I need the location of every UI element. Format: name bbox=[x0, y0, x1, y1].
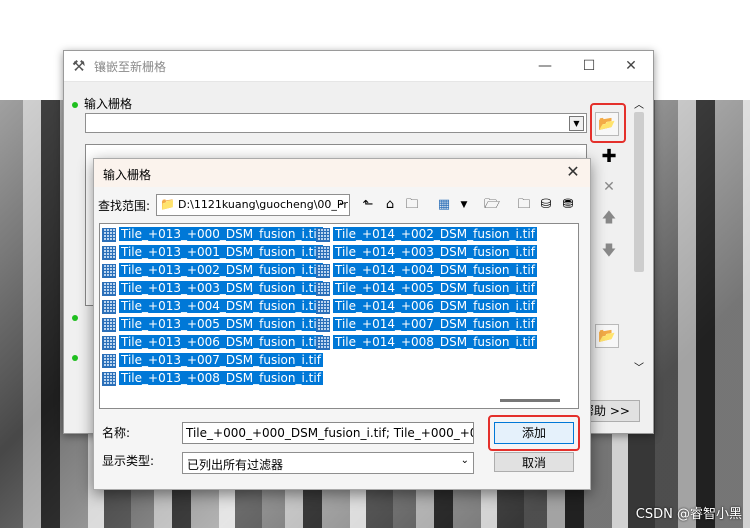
raster-file-icon bbox=[102, 281, 116, 296]
list-item[interactable]: Tile_+013_+004_DSM_fusion_i.tif bbox=[102, 298, 323, 315]
remove-icon[interactable]: ✕ bbox=[597, 176, 621, 200]
maximize-button[interactable]: ☐ bbox=[569, 54, 609, 78]
mosaic-dialog-titlebar: ⚒ 镶嵌至新栅格 — ☐ ✕ bbox=[64, 51, 653, 82]
list-item[interactable]: Tile_+013_+005_DSM_fusion_i.tif bbox=[102, 316, 323, 333]
raster-file-icon bbox=[102, 263, 116, 278]
new-folder-icon[interactable]: 🗁 bbox=[482, 194, 502, 216]
list-item[interactable]: Tile_+014_+004_DSM_fusion_i.tif bbox=[316, 262, 537, 279]
mosaic-dialog-title: 镶嵌至新栅格 bbox=[94, 60, 167, 74]
list-item[interactable]: Tile_+013_+002_DSM_fusion_i.tif bbox=[102, 262, 323, 279]
input-raster-dialog-title: 输入栅格 bbox=[103, 168, 152, 182]
input-raster-label: 输入栅格 bbox=[84, 97, 133, 111]
add-icon[interactable]: ✚ bbox=[597, 146, 621, 170]
list-item[interactable]: Tile_+014_+007_DSM_fusion_i.tif bbox=[316, 316, 537, 333]
list-item[interactable]: Tile_+014_+002_DSM_fusion_i.tif bbox=[316, 226, 537, 243]
look-in-path: D:\1121kuang\guocheng\00_Pr bbox=[178, 198, 348, 211]
hammer-icon: ⚒ bbox=[72, 57, 86, 75]
chevron-down-icon[interactable]: ▼ bbox=[569, 116, 584, 131]
folder-gray-icon[interactable]: 🗀 bbox=[514, 194, 534, 216]
look-in-combo[interactable]: 📁 D:\1121kuang\guocheng\00_Pr ⌄ bbox=[156, 194, 350, 216]
input-raster-row-label: 输入栅格 bbox=[72, 95, 132, 112]
raster-file-icon bbox=[316, 335, 330, 350]
connect-folder-icon[interactable]: 🗀 bbox=[402, 194, 422, 216]
raster-file-icon bbox=[102, 299, 116, 314]
input-raster-combo[interactable]: ▼ bbox=[85, 113, 587, 133]
move-down-icon[interactable]: 🡇 bbox=[597, 240, 621, 264]
chevron-down-icon[interactable]: ⌄ bbox=[461, 455, 469, 466]
input-raster-dialog: 输入栅格 ✕ 查找范围: 📁 D:\1121kuang\guocheng\00_… bbox=[93, 158, 591, 490]
chevron-down-icon[interactable]: ⌄ bbox=[338, 197, 346, 208]
status-dot-icon bbox=[72, 101, 78, 108]
list-item[interactable]: Tile_+013_+000_DSM_fusion_i.tif bbox=[102, 226, 323, 243]
list-item[interactable]: Tile_+013_+007_DSM_fusion_i.tif bbox=[102, 352, 323, 369]
raster-file-icon bbox=[102, 371, 116, 386]
raster-file-icon bbox=[102, 227, 116, 242]
list-item[interactable]: Tile_+013_+008_DSM_fusion_i.tif bbox=[102, 370, 323, 387]
raster-file-icon bbox=[316, 227, 330, 242]
watermark: CSDN @睿智小黑 bbox=[635, 507, 742, 522]
move-up-icon[interactable]: 🡅 bbox=[597, 207, 621, 231]
output-row-dot bbox=[72, 310, 84, 324]
home-icon[interactable]: ⌂ bbox=[380, 194, 400, 216]
database-icon[interactable]: ⛁ bbox=[536, 194, 556, 216]
scrollbar-thumb[interactable] bbox=[634, 112, 644, 272]
input-raster-dialog-titlebar: 输入栅格 ✕ bbox=[94, 159, 590, 187]
name-input[interactable]: Tile_+000_+000_DSM_fusion_i.tif; Tile_+0… bbox=[182, 422, 474, 444]
file-list[interactable]: Tile_+013_+000_DSM_fusion_i.tif Tile_+01… bbox=[99, 223, 579, 409]
highlight-box bbox=[488, 415, 580, 451]
up-folder-icon[interactable]: ⬑ bbox=[358, 194, 378, 216]
type-label: 显示类型: bbox=[102, 454, 155, 468]
third-row-dot bbox=[72, 350, 84, 364]
type-combo[interactable]: 已列出所有过滤器 ⌄ bbox=[182, 452, 474, 474]
list-item[interactable]: Tile_+014_+006_DSM_fusion_i.tif bbox=[316, 298, 537, 315]
name-label: 名称: bbox=[102, 426, 131, 440]
list-item[interactable]: Tile_+014_+003_DSM_fusion_i.tif bbox=[316, 244, 537, 261]
list-item[interactable]: Tile_+014_+005_DSM_fusion_i.tif bbox=[316, 280, 537, 297]
type-value: 已列出所有过滤器 bbox=[187, 458, 284, 472]
list-item[interactable]: Tile_+013_+003_DSM_fusion_i.tif bbox=[102, 280, 323, 297]
cancel-button[interactable]: 取消 bbox=[494, 452, 574, 472]
raster-file-icon bbox=[316, 245, 330, 260]
raster-file-icon bbox=[102, 353, 116, 368]
view-grid-icon[interactable]: ▦ bbox=[434, 194, 454, 216]
folder-icon: 📁 bbox=[160, 197, 175, 211]
scroll-up-icon[interactable]: ︿ bbox=[634, 96, 644, 111]
raster-file-icon bbox=[316, 317, 330, 332]
list-item[interactable]: Tile_+013_+006_DSM_fusion_i.tif bbox=[102, 334, 323, 351]
minimize-button[interactable]: — bbox=[525, 54, 565, 78]
close-button[interactable]: ✕ bbox=[611, 54, 651, 78]
raster-file-icon bbox=[102, 317, 116, 332]
vertical-scrollbar[interactable]: ︿ ﹀ bbox=[631, 96, 647, 374]
raster-file-icon bbox=[316, 281, 330, 296]
list-item[interactable]: Tile_+013_+001_DSM_fusion_i.tif bbox=[102, 244, 323, 261]
open-folder-icon: 📂 bbox=[598, 328, 616, 344]
horizontal-scrollbar[interactable] bbox=[99, 395, 577, 408]
status-dot-icon bbox=[72, 354, 78, 361]
raster-file-icon bbox=[316, 299, 330, 314]
highlight-box bbox=[590, 103, 626, 143]
look-in-label: 查找范围: bbox=[98, 199, 151, 213]
list-item[interactable]: Tile_+014_+008_DSM_fusion_i.tif bbox=[316, 334, 537, 351]
raster-file-icon bbox=[316, 263, 330, 278]
output-folder-button[interactable]: 📂 bbox=[595, 324, 619, 348]
chevron-down-icon[interactable]: ▼ bbox=[454, 194, 474, 216]
scrollbar-thumb[interactable] bbox=[500, 399, 560, 402]
raster-file-icon bbox=[102, 335, 116, 350]
close-icon[interactable]: ✕ bbox=[564, 163, 582, 181]
status-dot-icon bbox=[72, 314, 78, 321]
server-icon[interactable]: ⛃ bbox=[558, 194, 578, 216]
scroll-down-icon[interactable]: ﹀ bbox=[634, 359, 644, 374]
raster-file-icon bbox=[102, 245, 116, 260]
